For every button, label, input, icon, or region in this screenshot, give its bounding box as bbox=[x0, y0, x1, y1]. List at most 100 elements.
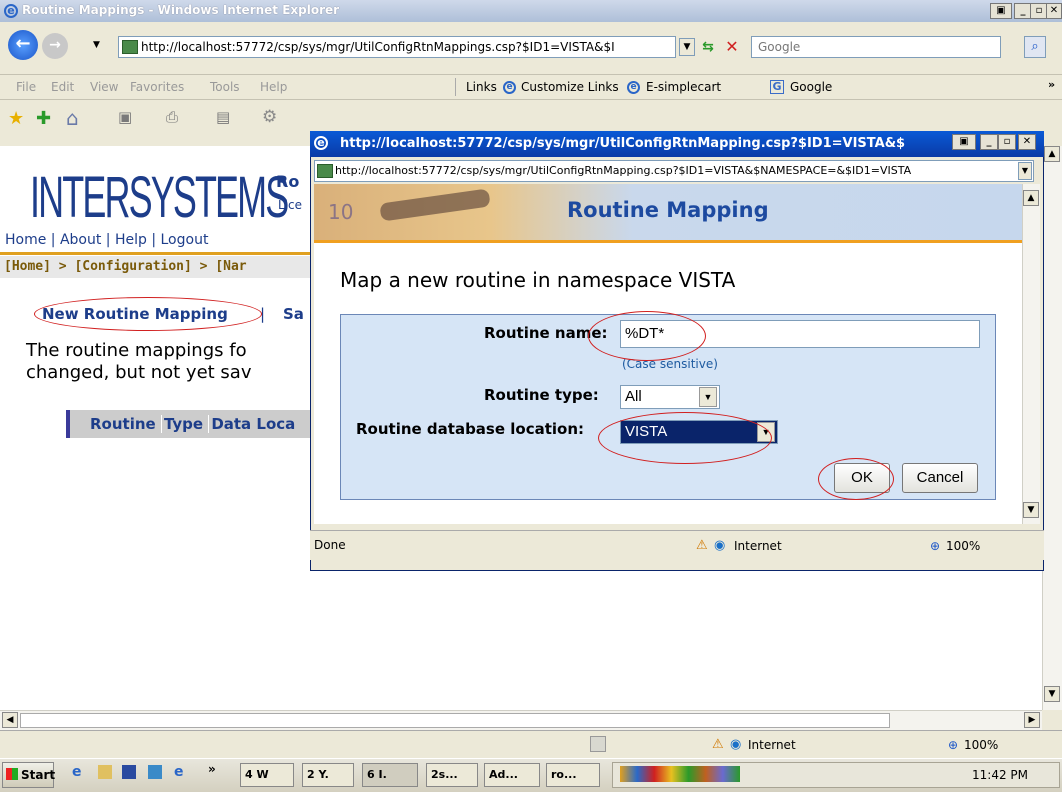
zoom-level[interactable]: 100% bbox=[964, 738, 998, 752]
stop-icon[interactable]: ✕ bbox=[722, 37, 742, 57]
popup-minimize-button[interactable]: _ bbox=[980, 134, 998, 150]
add-favorite-icon[interactable]: ✚ bbox=[36, 108, 51, 129]
scroll-thumb[interactable] bbox=[20, 713, 890, 728]
page-menu-icon[interactable]: ▤ bbox=[216, 108, 230, 126]
license-partial: Lice bbox=[278, 198, 302, 212]
db-location-select[interactable]: VISTA ▼ bbox=[620, 420, 778, 444]
popup-address-dropdown-icon[interactable]: ▼ bbox=[1018, 162, 1032, 180]
popup-close-button[interactable]: ✕ bbox=[1018, 134, 1036, 150]
menu-edit[interactable]: Edit bbox=[51, 80, 74, 94]
quicklaunch-word-icon[interactable] bbox=[122, 765, 136, 779]
link-customize[interactable]: Customize Links bbox=[521, 80, 619, 94]
task-button-folders[interactable]: 4 W bbox=[240, 763, 294, 787]
back-button[interactable]: ← bbox=[8, 30, 38, 60]
status-panel-icon bbox=[590, 736, 606, 752]
link-separator: | bbox=[260, 305, 266, 323]
banner-number: 10 bbox=[328, 200, 354, 224]
history-dropdown-icon[interactable]: ▼ bbox=[93, 40, 100, 50]
routine-name-input[interactable]: %DT* bbox=[620, 320, 980, 348]
print-icon[interactable]: ⎙ bbox=[166, 108, 178, 126]
popup-zoom-level[interactable]: 100% bbox=[946, 539, 980, 553]
quicklaunch-ie2-icon[interactable]: e bbox=[174, 764, 184, 780]
menu-help[interactable]: Help bbox=[260, 80, 287, 94]
menu-favorites[interactable]: Favorites bbox=[130, 80, 184, 94]
favorites-star-icon[interactable]: ★ bbox=[8, 108, 24, 129]
tools-gear-icon[interactable]: ⚙ bbox=[262, 107, 277, 127]
quicklaunch-folder-icon[interactable] bbox=[98, 765, 112, 779]
customize-links-icon: e bbox=[503, 81, 516, 94]
menu-divider bbox=[455, 78, 456, 96]
popup-scroll-up-icon[interactable]: ▲ bbox=[1023, 190, 1039, 206]
menu-file[interactable]: File bbox=[16, 80, 36, 94]
task-button-ro[interactable]: ro... bbox=[546, 763, 600, 787]
task-label: 2s... bbox=[431, 768, 458, 781]
search-icon[interactable]: ⌕ bbox=[1024, 36, 1046, 58]
description-line1: The routine mappings fo bbox=[26, 340, 247, 361]
link-google[interactable]: Google bbox=[790, 80, 832, 94]
table-header: Routine Type Data Loca bbox=[66, 410, 318, 438]
close-button[interactable]: ✕ bbox=[1046, 3, 1062, 19]
popup-lock-icon: ⚠ bbox=[696, 538, 708, 553]
col-data-location: Data Loca bbox=[208, 415, 296, 433]
popup-zoom-icon[interactable]: ⊕ bbox=[930, 539, 940, 553]
menu-view[interactable]: View bbox=[90, 80, 118, 94]
task-label: 4 W bbox=[245, 768, 269, 781]
chevron-down-icon[interactable]: ▼ bbox=[699, 387, 717, 407]
routine-type-label: Routine type: bbox=[484, 386, 599, 404]
address-bar[interactable]: http://localhost:57772/csp/sys/mgr/UtilC… bbox=[118, 36, 676, 58]
links-label[interactable]: Links bbox=[466, 80, 497, 94]
vertical-scrollbar[interactable]: ▲ ▼ bbox=[1042, 146, 1062, 710]
chevron-down-icon[interactable]: ▼ bbox=[757, 422, 775, 442]
page-title-partial: Ro bbox=[276, 172, 300, 191]
routine-type-value: All bbox=[625, 388, 642, 405]
task-button-word[interactable]: 2s... bbox=[426, 763, 478, 787]
popup-vertical-scrollbar[interactable]: ▲ ▼ bbox=[1022, 184, 1040, 524]
top-links[interactable]: Home | About | Help | Logout bbox=[5, 232, 208, 248]
horizontal-scrollbar[interactable]: ◀ ▶ bbox=[0, 710, 1042, 730]
start-button[interactable]: Start bbox=[2, 762, 55, 788]
task-button-yahoo[interactable]: 2 Y. bbox=[302, 763, 354, 787]
ok-button[interactable]: OK bbox=[834, 463, 890, 493]
more-links-icon[interactable]: » bbox=[1048, 78, 1055, 91]
quicklaunch-ie-icon[interactable]: e bbox=[72, 764, 82, 780]
header-rule bbox=[0, 252, 320, 255]
globe-icon: ◉ bbox=[730, 737, 742, 752]
link-esimplecart[interactable]: E-simplecart bbox=[646, 80, 721, 94]
task-button-ad[interactable]: Ad... bbox=[484, 763, 540, 787]
tray-icons[interactable] bbox=[620, 766, 740, 782]
popup-banner-title: Routine Mapping bbox=[567, 198, 769, 222]
popup-scroll-down-icon[interactable]: ▼ bbox=[1023, 502, 1039, 518]
popup-toolbar-icon[interactable]: ▣ bbox=[952, 134, 976, 150]
scroll-down-icon[interactable]: ▼ bbox=[1044, 686, 1060, 702]
col-type: Type bbox=[160, 415, 204, 433]
intersystems-logo: INTERSYSTEMS bbox=[30, 165, 289, 230]
save-link[interactable]: Sa bbox=[283, 305, 304, 323]
description-text: The routine mappings fo changed, but not… bbox=[26, 340, 252, 384]
cancel-button[interactable]: Cancel bbox=[902, 463, 978, 493]
forward-button[interactable]: → bbox=[42, 33, 68, 59]
new-routine-mapping-link[interactable]: New Routine Mapping bbox=[42, 305, 228, 323]
quicklaunch-more-icon[interactable]: » bbox=[208, 762, 216, 776]
home-icon[interactable]: ⌂ bbox=[66, 106, 79, 130]
popup-address-bar[interactable]: http://localhost:57772/csp/sys/mgr/UtilC… bbox=[314, 160, 1034, 182]
search-input[interactable]: Google bbox=[751, 36, 1001, 58]
breadcrumb[interactable]: [Home] > [Configuration] > [Nar bbox=[0, 256, 320, 278]
task-label: ro... bbox=[551, 768, 577, 781]
quicklaunch-app-icon[interactable] bbox=[148, 765, 162, 779]
window-title: Routine Mappings - Windows Internet Expl… bbox=[22, 3, 340, 17]
popup-maximize-button[interactable]: ▫ bbox=[998, 134, 1016, 150]
refresh-icon[interactable]: ⇆ bbox=[698, 37, 718, 57]
ie-logo-icon: e bbox=[4, 4, 18, 18]
task-label: Ad... bbox=[489, 768, 518, 781]
address-dropdown-icon[interactable]: ▼ bbox=[679, 38, 695, 56]
toolbar-chevron-icon[interactable]: ▣ bbox=[990, 3, 1012, 19]
feeds-icon[interactable]: ▣ bbox=[118, 108, 132, 126]
db-location-value: VISTA bbox=[625, 423, 668, 440]
menu-tools[interactable]: Tools bbox=[210, 80, 240, 94]
routine-type-select[interactable]: All ▼ bbox=[620, 385, 720, 409]
task-button-ie[interactable]: 6 I. bbox=[362, 763, 418, 787]
scroll-right-icon[interactable]: ▶ bbox=[1024, 712, 1040, 728]
scroll-up-icon[interactable]: ▲ bbox=[1044, 146, 1060, 162]
zoom-icon[interactable]: ⊕ bbox=[948, 738, 958, 752]
scroll-left-icon[interactable]: ◀ bbox=[2, 712, 18, 728]
